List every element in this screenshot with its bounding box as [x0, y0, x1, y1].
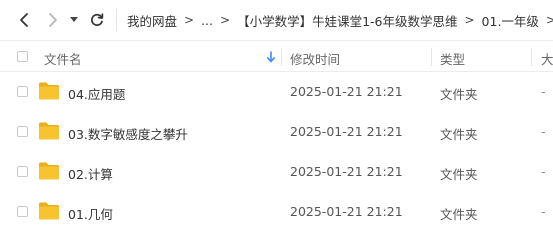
row-checkbox[interactable]: [17, 166, 28, 177]
table-header: 文件名 修改时间 类型 大: [0, 40, 553, 72]
folder-icon: [39, 122, 59, 140]
file-browser: 我的网盘 > ... > 【小学数学】牛娃课堂1-6年级数学思维 > 01.一年…: [0, 0, 553, 243]
table-row[interactable]: 04.应用题 2025-01-21 21:21 文件夹 -: [0, 72, 553, 112]
column-header-type[interactable]: 类型: [440, 49, 465, 68]
column-header-name[interactable]: 文件名: [44, 49, 82, 68]
file-type: 文件夹: [440, 167, 478, 182]
file-size: -: [541, 204, 546, 219]
breadcrumb-item-ellipsis[interactable]: ...: [201, 13, 213, 28]
modified-time: 2025-01-21 21:21: [290, 84, 403, 99]
column-divider[interactable]: [281, 48, 282, 66]
file-name[interactable]: 04.应用题: [68, 84, 125, 103]
modified-time: 2025-01-21 21:21: [290, 164, 403, 179]
toolbar: 我的网盘 > ... > 【小学数学】牛娃课堂1-6年级数学思维 > 01.一年…: [0, 0, 553, 40]
breadcrumb-item-root[interactable]: 我的网盘: [127, 11, 177, 30]
folder-icon: [39, 202, 59, 220]
file-type: 文件夹: [440, 127, 478, 142]
file-name[interactable]: 01.几何: [68, 204, 113, 223]
toolbar-divider: [116, 9, 117, 31]
column-divider[interactable]: [531, 48, 532, 66]
row-checkbox[interactable]: [17, 206, 28, 217]
breadcrumb-separator: >: [545, 13, 553, 27]
folder-icon: [39, 82, 59, 100]
file-type: 文件夹: [440, 87, 478, 102]
breadcrumb-separator: >: [220, 13, 231, 27]
back-button[interactable]: [13, 8, 35, 32]
file-name[interactable]: 02.计算: [68, 164, 113, 183]
file-type: 文件夹: [440, 207, 478, 222]
column-header-modified[interactable]: 修改时间: [290, 49, 340, 68]
breadcrumb-separator: >: [184, 13, 195, 27]
select-all-checkbox[interactable]: [17, 51, 28, 62]
modified-time: 2025-01-21 21:21: [290, 124, 403, 139]
folder-icon: [39, 162, 59, 180]
breadcrumb-separator: >: [464, 13, 475, 27]
file-size: -: [541, 84, 546, 99]
file-name[interactable]: 03.数字敏感度之攀升: [68, 124, 188, 143]
caret-down-icon: [70, 17, 78, 22]
row-checkbox[interactable]: [17, 86, 28, 97]
table-row[interactable]: 02.计算 2025-01-21 21:21 文件夹 -: [0, 152, 553, 192]
refresh-button[interactable]: [86, 8, 108, 32]
chevron-left-icon: [20, 13, 28, 27]
table-row[interactable]: 03.数字敏感度之攀升 2025-01-21 21:21 文件夹 -: [0, 112, 553, 152]
refresh-icon: [91, 13, 104, 26]
sort-down-arrow-icon[interactable]: [266, 51, 276, 63]
modified-time: 2025-01-21 21:21: [290, 204, 403, 219]
column-divider[interactable]: [431, 48, 432, 66]
column-header-size[interactable]: 大: [541, 49, 553, 68]
breadcrumb-item-current[interactable]: 01.一年级: [482, 11, 539, 30]
file-size: -: [541, 124, 546, 139]
chevron-right-icon: [49, 13, 57, 27]
history-dropdown-button[interactable]: [66, 8, 82, 32]
forward-button[interactable]: [42, 8, 64, 32]
breadcrumb-item-course[interactable]: 【小学数学】牛娃课堂1-6年级数学思维: [237, 11, 457, 30]
breadcrumb: 我的网盘 > ... > 【小学数学】牛娃课堂1-6年级数学思维 > 01.一年…: [127, 0, 553, 40]
file-size: -: [541, 164, 546, 179]
table-row[interactable]: 01.几何 2025-01-21 21:21 文件夹 -: [0, 192, 553, 232]
row-checkbox[interactable]: [17, 126, 28, 137]
